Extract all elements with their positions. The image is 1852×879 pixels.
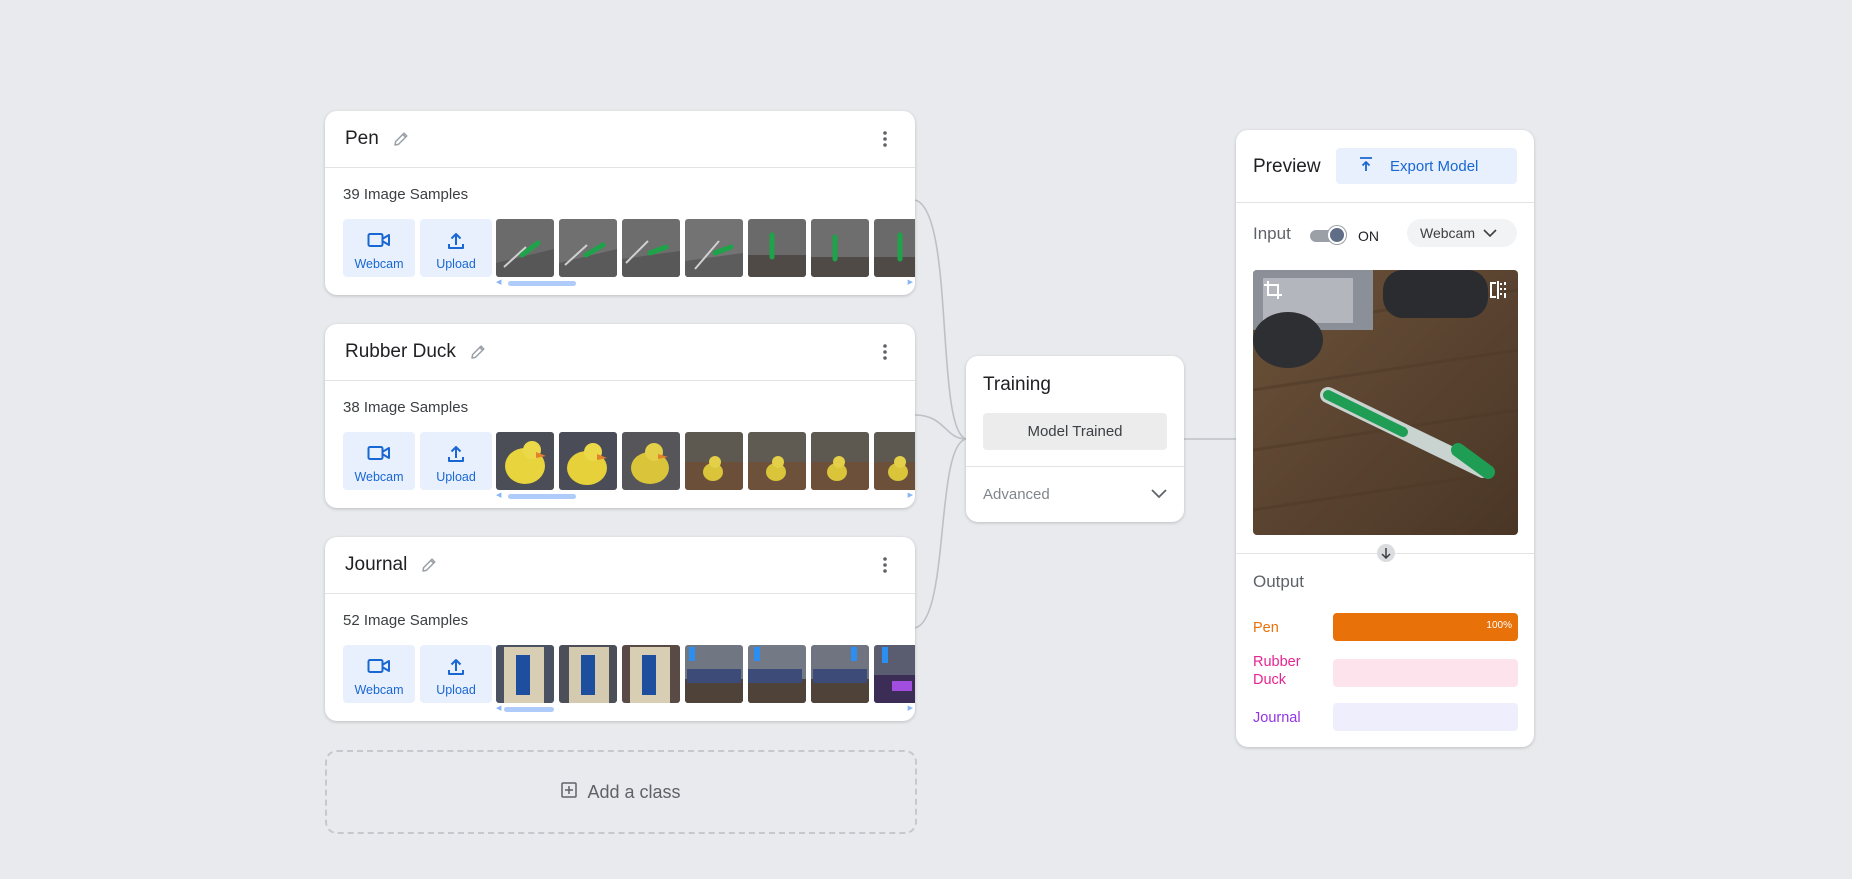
crop-icon[interactable] [1263,280,1283,305]
pencil-icon[interactable] [468,342,488,362]
chevron-down-icon [1151,486,1167,503]
train-model-button[interactable]: Model Trained [983,413,1167,450]
thumbnail-scrollbar[interactable]: ◀ ▶ [496,279,915,286]
sample-thumbnail[interactable] [622,432,680,490]
confidence-bar: 100% [1333,613,1518,641]
upload-icon [446,444,466,467]
sample-thumbnail[interactable] [748,219,806,277]
sample-thumbnails[interactable] [496,219,915,277]
upload-label: Upload [436,683,476,697]
webcam-button[interactable]: Webcam [343,432,415,490]
upload-label: Upload [436,257,476,271]
sample-thumbnail[interactable] [748,432,806,490]
advanced-toggle[interactable]: Advanced [983,479,1167,509]
confidence-bar [1333,703,1518,731]
sample-thumbnail[interactable] [874,645,915,703]
sample-thumbnails[interactable] [496,432,915,490]
thumbnail-scrollbar[interactable]: ◀ ▶ [496,492,915,499]
sample-thumbnail[interactable] [622,645,680,703]
output-class-name: Pen [1253,620,1279,636]
webcam-button[interactable]: Webcam [343,645,415,703]
class-to-training-connectors [914,199,1236,629]
class-card-rubber-duck: Rubber Duck 38 Image Samples Webcam Uplo… [325,324,915,508]
pencil-icon[interactable] [419,555,439,575]
upload-button[interactable]: Upload [420,645,492,703]
videocam-icon [367,231,391,252]
export-model-button[interactable]: Export Model [1336,148,1517,184]
webcam-button[interactable]: Webcam [343,219,415,277]
chevron-down-icon [1483,225,1497,241]
class-header: Journal [325,537,915,594]
export-model-label: Export Model [1390,157,1479,175]
add-class-button[interactable]: Add a class [325,750,917,834]
arrow-down-icon [1377,544,1395,562]
sample-thumbnail[interactable] [811,219,869,277]
more-vert-icon[interactable] [875,342,895,362]
output-class-name: Rubber Duck [1253,654,1301,688]
videocam-icon [367,657,391,678]
webcam-label: Webcam [354,257,404,271]
preview-title: Preview [1253,156,1321,177]
flip-icon[interactable] [1488,280,1508,305]
upload-icon [446,657,466,680]
webcam-feed [1253,270,1518,535]
class-name[interactable]: Journal [345,554,407,576]
training-title: Training [983,374,1051,395]
input-source-select[interactable]: Webcam [1407,219,1517,247]
upload-button[interactable]: Upload [420,432,492,490]
upload-button[interactable]: Upload [420,219,492,277]
sample-thumbnail[interactable] [685,645,743,703]
sample-count: 38 Image Samples [343,399,469,416]
upload-icon [1358,156,1374,176]
pencil-icon[interactable] [391,129,411,149]
sample-thumbnail[interactable] [496,645,554,703]
thumbnail-scrollbar[interactable]: ◀ ▶ [496,705,915,712]
class-name[interactable]: Pen [345,128,379,150]
sample-thumbnail[interactable] [811,432,869,490]
sample-thumbnail[interactable] [748,645,806,703]
confidence-percent: 100% [1486,620,1512,631]
input-toggle[interactable] [1308,226,1346,244]
add-class-label: Add a class [587,781,681,802]
upload-label: Upload [436,470,476,484]
sample-thumbnail[interactable] [622,219,680,277]
class-header: Rubber Duck [325,324,915,381]
sample-thumbnail[interactable] [874,432,915,490]
upload-icon [446,231,466,254]
confidence-bar [1333,659,1518,687]
class-card-journal: Journal 52 Image Samples Webcam Upload ◀… [325,537,915,721]
more-vert-icon[interactable] [875,555,895,575]
sample-count: 52 Image Samples [343,612,469,629]
sample-thumbnail[interactable] [559,645,617,703]
videocam-icon [367,444,391,465]
output-row-pen: Pen 100% [1253,613,1518,643]
sample-thumbnail[interactable] [559,432,617,490]
sample-thumbnail[interactable] [874,219,915,277]
toggle-state-label: ON [1358,228,1379,244]
sample-thumbnail[interactable] [496,219,554,277]
output-class-name: Journal [1253,710,1301,726]
sample-thumbnail[interactable] [685,432,743,490]
more-vert-icon[interactable] [875,129,895,149]
sample-thumbnail[interactable] [685,219,743,277]
webcam-label: Webcam [354,470,404,484]
preview-panel: Preview Export Model Input ON Webcam Out… [1236,130,1534,747]
sample-thumbnails[interactable] [496,645,915,703]
class-header: Pen [325,111,915,168]
input-source-value: Webcam [1420,225,1475,241]
add-box-icon [561,781,578,803]
class-name[interactable]: Rubber Duck [345,341,456,363]
output-label: Output [1253,572,1305,591]
sample-thumbnail[interactable] [496,432,554,490]
sample-count: 39 Image Samples [343,186,469,203]
output-row-rubber-duck: Rubber Duck [1253,653,1518,693]
input-label: Input [1253,224,1291,243]
sample-thumbnail[interactable] [811,645,869,703]
class-card-pen: Pen 39 Image Samples Webcam Upload ◀ ▶ [325,111,915,295]
sample-thumbnail[interactable] [559,219,617,277]
output-row-journal: Journal [1253,703,1518,733]
advanced-label: Advanced [983,485,1050,503]
training-panel: Training Model Trained Advanced [966,356,1184,522]
webcam-label: Webcam [354,683,404,697]
